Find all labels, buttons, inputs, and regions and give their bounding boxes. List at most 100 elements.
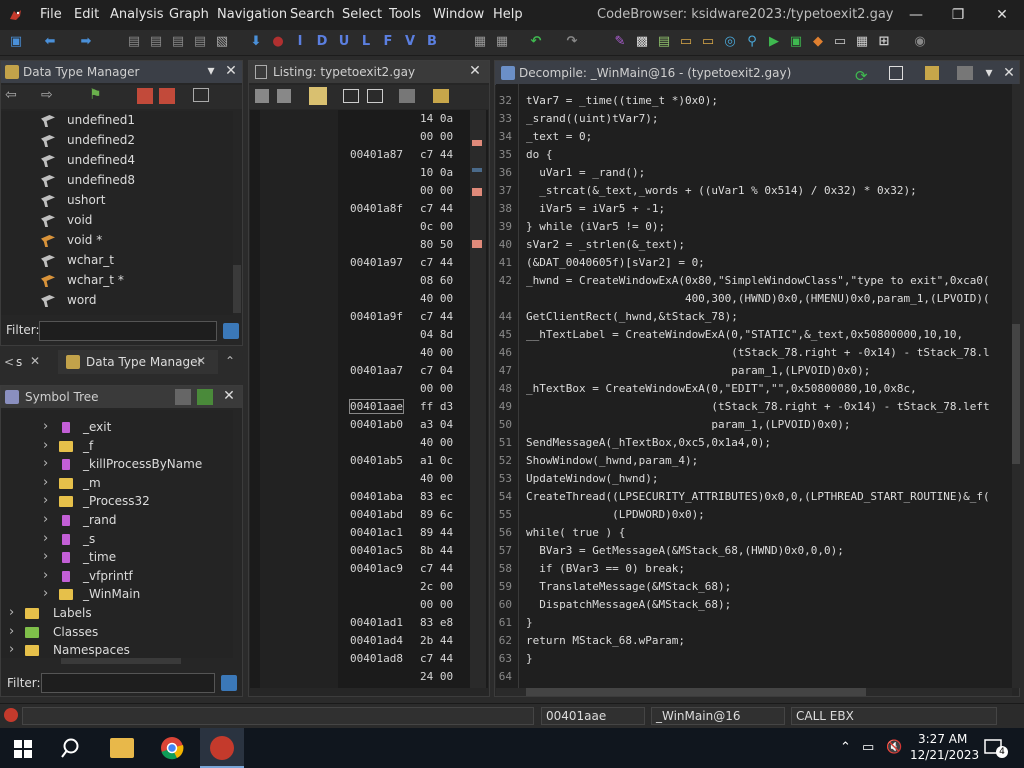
- code-line[interactable]: (tStack_78.right + -0x14) - tStack_78.l: [526, 346, 989, 359]
- decompile-vscroll-track[interactable]: [1012, 84, 1020, 688]
- label-l-button[interactable]: L: [358, 34, 374, 50]
- data-icon[interactable]: ▤: [656, 34, 672, 50]
- listing-address[interactable]: 00401ad1: [350, 616, 403, 629]
- listing-bytes[interactable]: 83 e8: [420, 616, 453, 629]
- filter-array-icon[interactable]: [159, 88, 175, 104]
- dtm-filter-options-icon[interactable]: [223, 323, 239, 339]
- code-line[interactable]: iVar5 = iVar5 + -1;: [526, 202, 665, 215]
- listing-address[interactable]: 00401ad4: [350, 634, 403, 647]
- listing-bytes[interactable]: a1 0c: [420, 454, 453, 467]
- code-line[interactable]: CreateThread((LPSECURITY_ATTRIBUTES)0x0,…: [526, 490, 990, 503]
- listing-address[interactable]: 00401abd: [350, 508, 403, 521]
- edit-icon[interactable]: [925, 66, 939, 80]
- listing-bytes[interactable]: 0c 00: [420, 220, 453, 233]
- code-line[interactable]: TranslateMessage(&MStack_68);: [526, 580, 731, 593]
- back-icon[interactable]: ⇦: [5, 87, 17, 103]
- listing-bytes[interactable]: ff d3: [420, 400, 453, 413]
- code-line[interactable]: __hTextLabel = CreateWindowExA(0,"STATIC…: [526, 328, 963, 341]
- listing-bytes[interactable]: 89 44: [420, 526, 453, 539]
- listing-bytes[interactable]: 00 00: [420, 382, 453, 395]
- listing-bytes[interactable]: 04 8d: [420, 328, 453, 341]
- listing-bytes[interactable]: 40 00: [420, 436, 453, 449]
- listing-bytes[interactable]: c7 44: [420, 562, 453, 575]
- code-line[interactable]: _text = 0;: [526, 130, 592, 143]
- nav-icon-2[interactable]: ▤: [148, 34, 164, 50]
- dtm-tab-close-icon[interactable]: ✕: [196, 354, 206, 368]
- undefined-u-button[interactable]: U: [336, 34, 352, 50]
- listing-close-icon[interactable]: ✕: [467, 63, 483, 79]
- code-line[interactable]: _hTextBox = CreateWindowExA(0,"EDIT","",…: [526, 382, 917, 395]
- symbol-hscrollbar[interactable]: [61, 658, 181, 664]
- folder-icon[interactable]: ▭: [678, 34, 694, 50]
- nav-icon-5[interactable]: ▧: [214, 34, 230, 50]
- close-button[interactable]: ✕: [988, 4, 1016, 26]
- collapse-icon[interactable]: [193, 88, 209, 102]
- listing-overview-bar[interactable]: [470, 110, 486, 688]
- code-line[interactable]: tVar7 = _time((time_t *)0x0);: [526, 94, 718, 107]
- code-line[interactable]: 400,300,(HWND)0x0,(HMENU)0x0,param_1,(LP…: [526, 292, 990, 305]
- symbol-export-icon[interactable]: [197, 389, 213, 405]
- function-graph-icon[interactable]: ▩: [634, 34, 650, 50]
- decompile-hscroll-track[interactable]: [496, 688, 1012, 696]
- tab-s-close-icon[interactable]: ✕: [30, 354, 40, 368]
- code-line[interactable]: SendMessageA(_hTextBox,0xc5,0x1a4,0);: [526, 436, 771, 449]
- save-icon[interactable]: ▣: [8, 34, 24, 50]
- code-line[interactable]: param_1,(LPVOID)0x0);: [526, 418, 850, 431]
- run-icon[interactable]: ▶: [766, 34, 782, 50]
- listing-bytes[interactable]: c7 04: [420, 364, 453, 377]
- menu-select[interactable]: Select: [342, 7, 382, 22]
- file-explorer-icon[interactable]: [110, 738, 134, 758]
- expand-chevron-icon[interactable]: ›: [43, 438, 48, 453]
- code-line[interactable]: }: [526, 616, 533, 629]
- expand-chevron-icon[interactable]: ›: [43, 456, 48, 471]
- terminal-icon[interactable]: ▣: [788, 34, 804, 50]
- tab-prev-icon[interactable]: <: [4, 355, 14, 369]
- expand-chevron-icon[interactable]: ›: [43, 549, 48, 564]
- listing-bytes[interactable]: c7 44: [420, 652, 453, 665]
- symbol-filter-input[interactable]: [41, 673, 215, 693]
- undo-icon[interactable]: ↶: [528, 34, 544, 50]
- expand-chevron-icon[interactable]: ›: [9, 624, 14, 639]
- diamond-icon[interactable]: ◆: [810, 34, 826, 50]
- nav-icon-1[interactable]: ▤: [126, 34, 142, 50]
- expand-chevron-icon[interactable]: ›: [43, 568, 48, 583]
- menu-file[interactable]: File: [40, 7, 62, 22]
- listing-diff-icon[interactable]: [367, 89, 383, 103]
- clock-date[interactable]: 12/21/2023: [910, 748, 979, 762]
- hierarchy-icon[interactable]: ⊞: [876, 34, 892, 50]
- minimize-button[interactable]: —: [902, 4, 930, 26]
- listing-address[interactable]: 00401aa7: [350, 364, 403, 377]
- listing-bytes[interactable]: 2b 44: [420, 634, 453, 647]
- back-arrow-icon[interactable]: ⬅: [42, 34, 58, 50]
- listing-bytes[interactable]: 10 0a: [420, 166, 453, 179]
- script-icon[interactable]: ✎: [612, 34, 628, 50]
- listing-address[interactable]: 00401ac1: [350, 526, 403, 539]
- menu-search[interactable]: Search: [290, 7, 335, 22]
- decompile-code-view[interactable]: 32 tVar7 = _time((time_t *)0x0); 33 _srand(…: [496, 84, 1012, 688]
- listing-bytes[interactable]: 40 00: [420, 346, 453, 359]
- window-icon[interactable]: ▭: [832, 34, 848, 50]
- volume-muted-icon[interactable]: 🔇: [886, 740, 902, 755]
- code-line[interactable]: return MStack_68.wParam;: [526, 634, 685, 647]
- listing-bytes[interactable]: 08 60: [420, 274, 453, 287]
- listing-bytes[interactable]: 40 00: [420, 292, 453, 305]
- code-line[interactable]: sVar2 = _strlen(&_text);: [526, 238, 685, 251]
- refresh-icon[interactable]: ⟳: [855, 65, 871, 85]
- tool-icon-1[interactable]: ▦: [472, 34, 488, 50]
- forward-arrow-icon[interactable]: ➡: [78, 34, 94, 50]
- code-line[interactable]: DispatchMessageA(&MStack_68);: [526, 598, 731, 611]
- listing-bytes[interactable]: 80 50: [420, 238, 453, 251]
- tab-data-type-manager[interactable]: Data Type Manager ✕: [58, 350, 218, 374]
- expand-chevron-icon[interactable]: ›: [43, 586, 48, 601]
- listing-address[interactable]: 00401a9f: [350, 310, 403, 323]
- symbol-tree-close-icon[interactable]: ✕: [221, 388, 237, 404]
- table-icon[interactable]: ▦: [854, 34, 870, 50]
- search-taskbar-icon[interactable]: [60, 736, 84, 760]
- windows-start-icon[interactable]: [14, 740, 32, 758]
- down-arrow-icon[interactable]: ⬇: [248, 34, 264, 50]
- panel-menu-icon[interactable]: ▾: [203, 63, 219, 79]
- expand-chevron-icon[interactable]: ›: [43, 419, 48, 434]
- listing-bytes[interactable]: a3 04: [420, 418, 453, 431]
- menu-tools[interactable]: Tools: [389, 7, 421, 22]
- expand-chevron-icon[interactable]: ›: [43, 475, 48, 490]
